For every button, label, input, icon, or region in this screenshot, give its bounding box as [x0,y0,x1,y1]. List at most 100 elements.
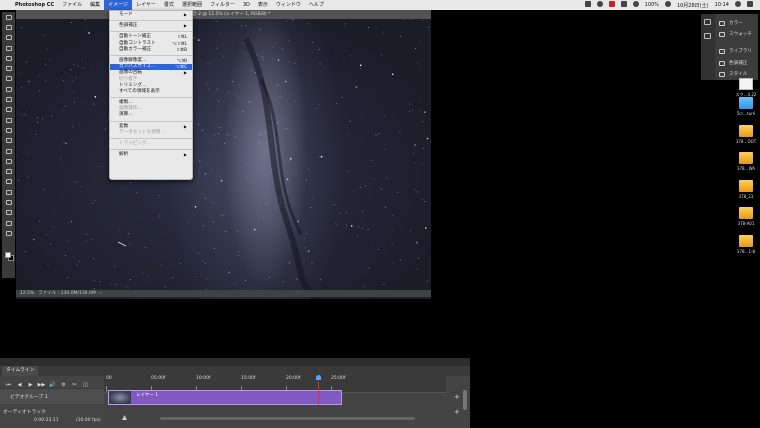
desktop-icon-label: 378…OOT [735,139,757,144]
panel-item-0[interactable]: カラー [719,20,743,26]
siri-icon[interactable] [732,1,744,9]
tool-8-icon[interactable] [2,84,15,94]
document-tab[interactable]: 近-2 @ 12.5% (レイヤー 1, RGB/8) * [16,10,431,19]
line-icon[interactable] [594,1,606,9]
add-audio-plus-icon[interactable]: + [454,408,460,416]
image-menu-dropdown: モード ▶ 色調補正 ▶ 自動トーン補正 ⇧⌘L 自動コントラスト ⌥⇧⌘L 自動カラー補正 ⇧⌘… [109,10,193,180]
properties-panel-icon[interactable] [704,33,711,39]
desktop-icon-3[interactable]: 378…WA [731,152,760,171]
clip-label: レイヤー 1 [136,393,159,398]
tool-12-icon[interactable] [2,125,15,135]
clock-label[interactable]: 10:14 [712,2,732,8]
tool-glyph-icon [5,45,12,51]
desktop-icon-1[interactable]: 5cr…turé [731,97,760,116]
wifi-icon[interactable] [630,1,642,9]
tool-18-icon[interactable] [2,187,15,197]
menu-4[interactable]: 書式 [160,0,178,10]
tool-11-icon[interactable] [2,115,15,125]
tool-15-icon[interactable] [2,156,15,166]
status-menu-chevron-icon[interactable]: › [96,290,102,297]
menu-9[interactable]: ウィンドウ [272,0,305,10]
menu-10[interactable]: ヘルプ [305,0,328,10]
tool-3-icon[interactable] [2,33,15,43]
tool-19-icon[interactable] [2,197,15,207]
drive-icon [739,152,753,164]
document-window: 近-2 @ 12.5% (レイヤー 1, RGB/8) * 12.5% ファイル… [16,10,431,299]
tool-20-icon[interactable] [2,208,15,218]
tool-10-icon[interactable] [2,105,15,115]
timeline-zoom-slider[interactable] [160,417,415,420]
foreground-color-swatch[interactable] [5,252,11,258]
date-label[interactable]: 10月28日(土) [674,2,712,9]
tool-17-icon[interactable] [2,177,15,187]
tool-13-icon[interactable] [2,136,15,146]
menu-0[interactable]: ファイル [58,0,86,10]
tool-5-icon[interactable] [2,53,15,63]
playhead-handle[interactable] [316,375,321,380]
app-menu[interactable]: Photoshop CC [11,0,58,10]
menu-separator [110,120,192,122]
menu-8[interactable]: 表示 [254,0,272,10]
tool-glyph-icon [5,66,12,72]
add-media-plus-icon[interactable]: + [454,393,460,401]
audio-track-label[interactable]: オーディオトラック [3,408,46,415]
panel-item-label: ライブラリ [729,49,752,54]
menu-7[interactable]: 3D [239,0,254,10]
menu-item-13[interactable]: すべての領域を表示 [110,89,192,95]
panel-item-4[interactable]: スタイル [719,71,747,77]
desktop-icon-6[interactable]: 378…1-8 [731,235,760,254]
menu-6[interactable]: フィルター [206,0,239,10]
notification-center-icon[interactable] [744,1,756,9]
tool-2-icon[interactable] [2,22,15,32]
tool-21-icon[interactable] [2,218,15,228]
timeline-scrollbar[interactable] [463,390,467,410]
panel-item-3[interactable]: 色調補正 [719,60,747,66]
menu-item-6[interactable]: 自動カラー補正 ⇧⌘B [110,47,192,53]
menu-item-22[interactable]: トラッピング... [110,141,192,147]
menu-5[interactable]: 選択範囲 [178,0,206,10]
file-size-info[interactable]: ファイル : 130.0M/130.0M [34,290,95,297]
desktop-icon-5[interactable]: 378-A01 [731,207,760,226]
timeline-tabbar: タイムライン [0,366,470,376]
menu-1[interactable]: 編集 [86,0,104,10]
tab-timeline[interactable]: タイムライン [2,366,39,376]
menu-item-2[interactable]: 色調補正 ▶ [110,23,192,29]
menu-item-label: データセットを適用... [119,129,165,135]
display-icon[interactable] [618,1,630,9]
tool-16-icon[interactable] [2,166,15,176]
menu-item-17[interactable]: 演算... [110,112,192,118]
menu-2[interactable]: イメージ [104,0,133,10]
menu-item-0[interactable]: モード ▶ [110,12,192,18]
tool-glyph-icon [5,117,12,123]
history-panel-icon[interactable] [704,19,711,25]
panel-item-label: スタイル [729,72,748,77]
desktop-icon-4[interactable]: 378_23 [731,180,760,199]
spotlight-icon[interactable] [662,1,674,9]
desktop-icon-2[interactable]: 378…OOT [731,125,760,144]
video-clip[interactable]: レイヤー 1 [108,390,342,405]
tool-9-icon[interactable] [2,94,15,104]
zoom-level[interactable]: 12.5% [16,290,34,297]
panel-item-1[interactable]: スウォッチ [719,31,752,37]
mail-icon[interactable] [582,1,594,9]
tool-4-icon[interactable] [2,43,15,53]
menu-3[interactable]: レイヤー [132,0,160,10]
canvas-image[interactable] [16,19,431,299]
menu-item-label: 色調補正 [119,23,138,29]
tool-6-icon[interactable] [2,63,15,73]
menu-item-shortcut: ⇧⌘B [176,46,187,52]
menu-item-20[interactable]: データセットを適用... [110,130,192,136]
panel-item-2[interactable]: ライブラリ [719,48,752,54]
tool-7-icon[interactable] [2,74,15,84]
tool-1-icon[interactable] [2,12,15,22]
tool-22-icon[interactable] [2,228,15,238]
video-group-label[interactable]: ビデオグループ 1 [10,393,48,400]
desktop-icon-label: 5cr…turé [736,111,756,116]
record-icon[interactable] [606,1,618,9]
tool-14-icon[interactable] [2,146,15,156]
battery-level[interactable]: 100% [642,2,662,8]
panel-item-label: スウォッチ [729,32,752,37]
tool-glyph-icon [5,107,12,113]
desktop-icon-0[interactable]: スク…4.22 [731,78,760,98]
menu-item-24[interactable]: 解析 ▶ [110,152,192,158]
